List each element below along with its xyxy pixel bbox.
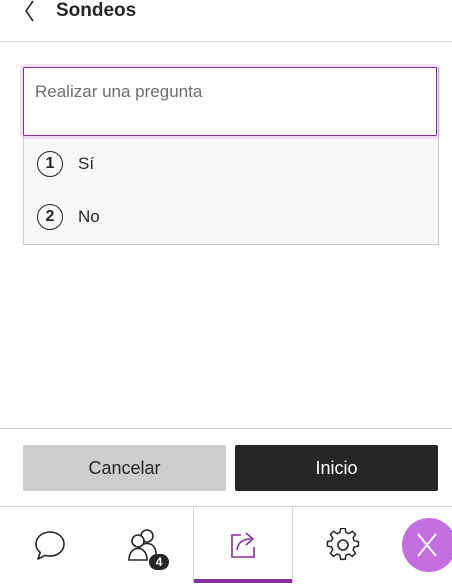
tab-share-content[interactable]	[193, 507, 293, 583]
option-label: No	[78, 207, 100, 226]
tab-chat[interactable]	[0, 507, 100, 583]
tab-attendees[interactable]: 4	[94, 507, 194, 583]
option-label: Sí	[78, 154, 95, 173]
start-button[interactable]: Inicio	[235, 445, 438, 491]
close-icon	[417, 533, 437, 557]
chat-bubble-icon	[35, 531, 65, 560]
question-input[interactable]	[23, 67, 437, 136]
option-number-badge: 1	[37, 151, 63, 177]
poll-option-2[interactable]: 2 No	[37, 202, 100, 232]
close-panel-button[interactable]	[402, 518, 452, 572]
action-bar: Cancelar Inicio	[0, 428, 452, 507]
option-number-badge: 2	[37, 204, 63, 230]
share-icon	[231, 532, 255, 558]
bottom-tab-bar: 4	[0, 506, 452, 584]
poll-option-1[interactable]: 1 Sí	[37, 149, 94, 179]
chevron-left-icon	[25, 0, 34, 22]
back-button[interactable]	[18, 0, 42, 24]
page-title: Sondeos	[56, 0, 137, 21]
gear-icon	[326, 528, 360, 561]
cancel-button[interactable]: Cancelar	[23, 445, 226, 491]
attendee-count-badge: 4	[149, 554, 169, 570]
tab-settings[interactable]	[293, 507, 393, 583]
panel-header: Sondeos	[0, 0, 452, 42]
